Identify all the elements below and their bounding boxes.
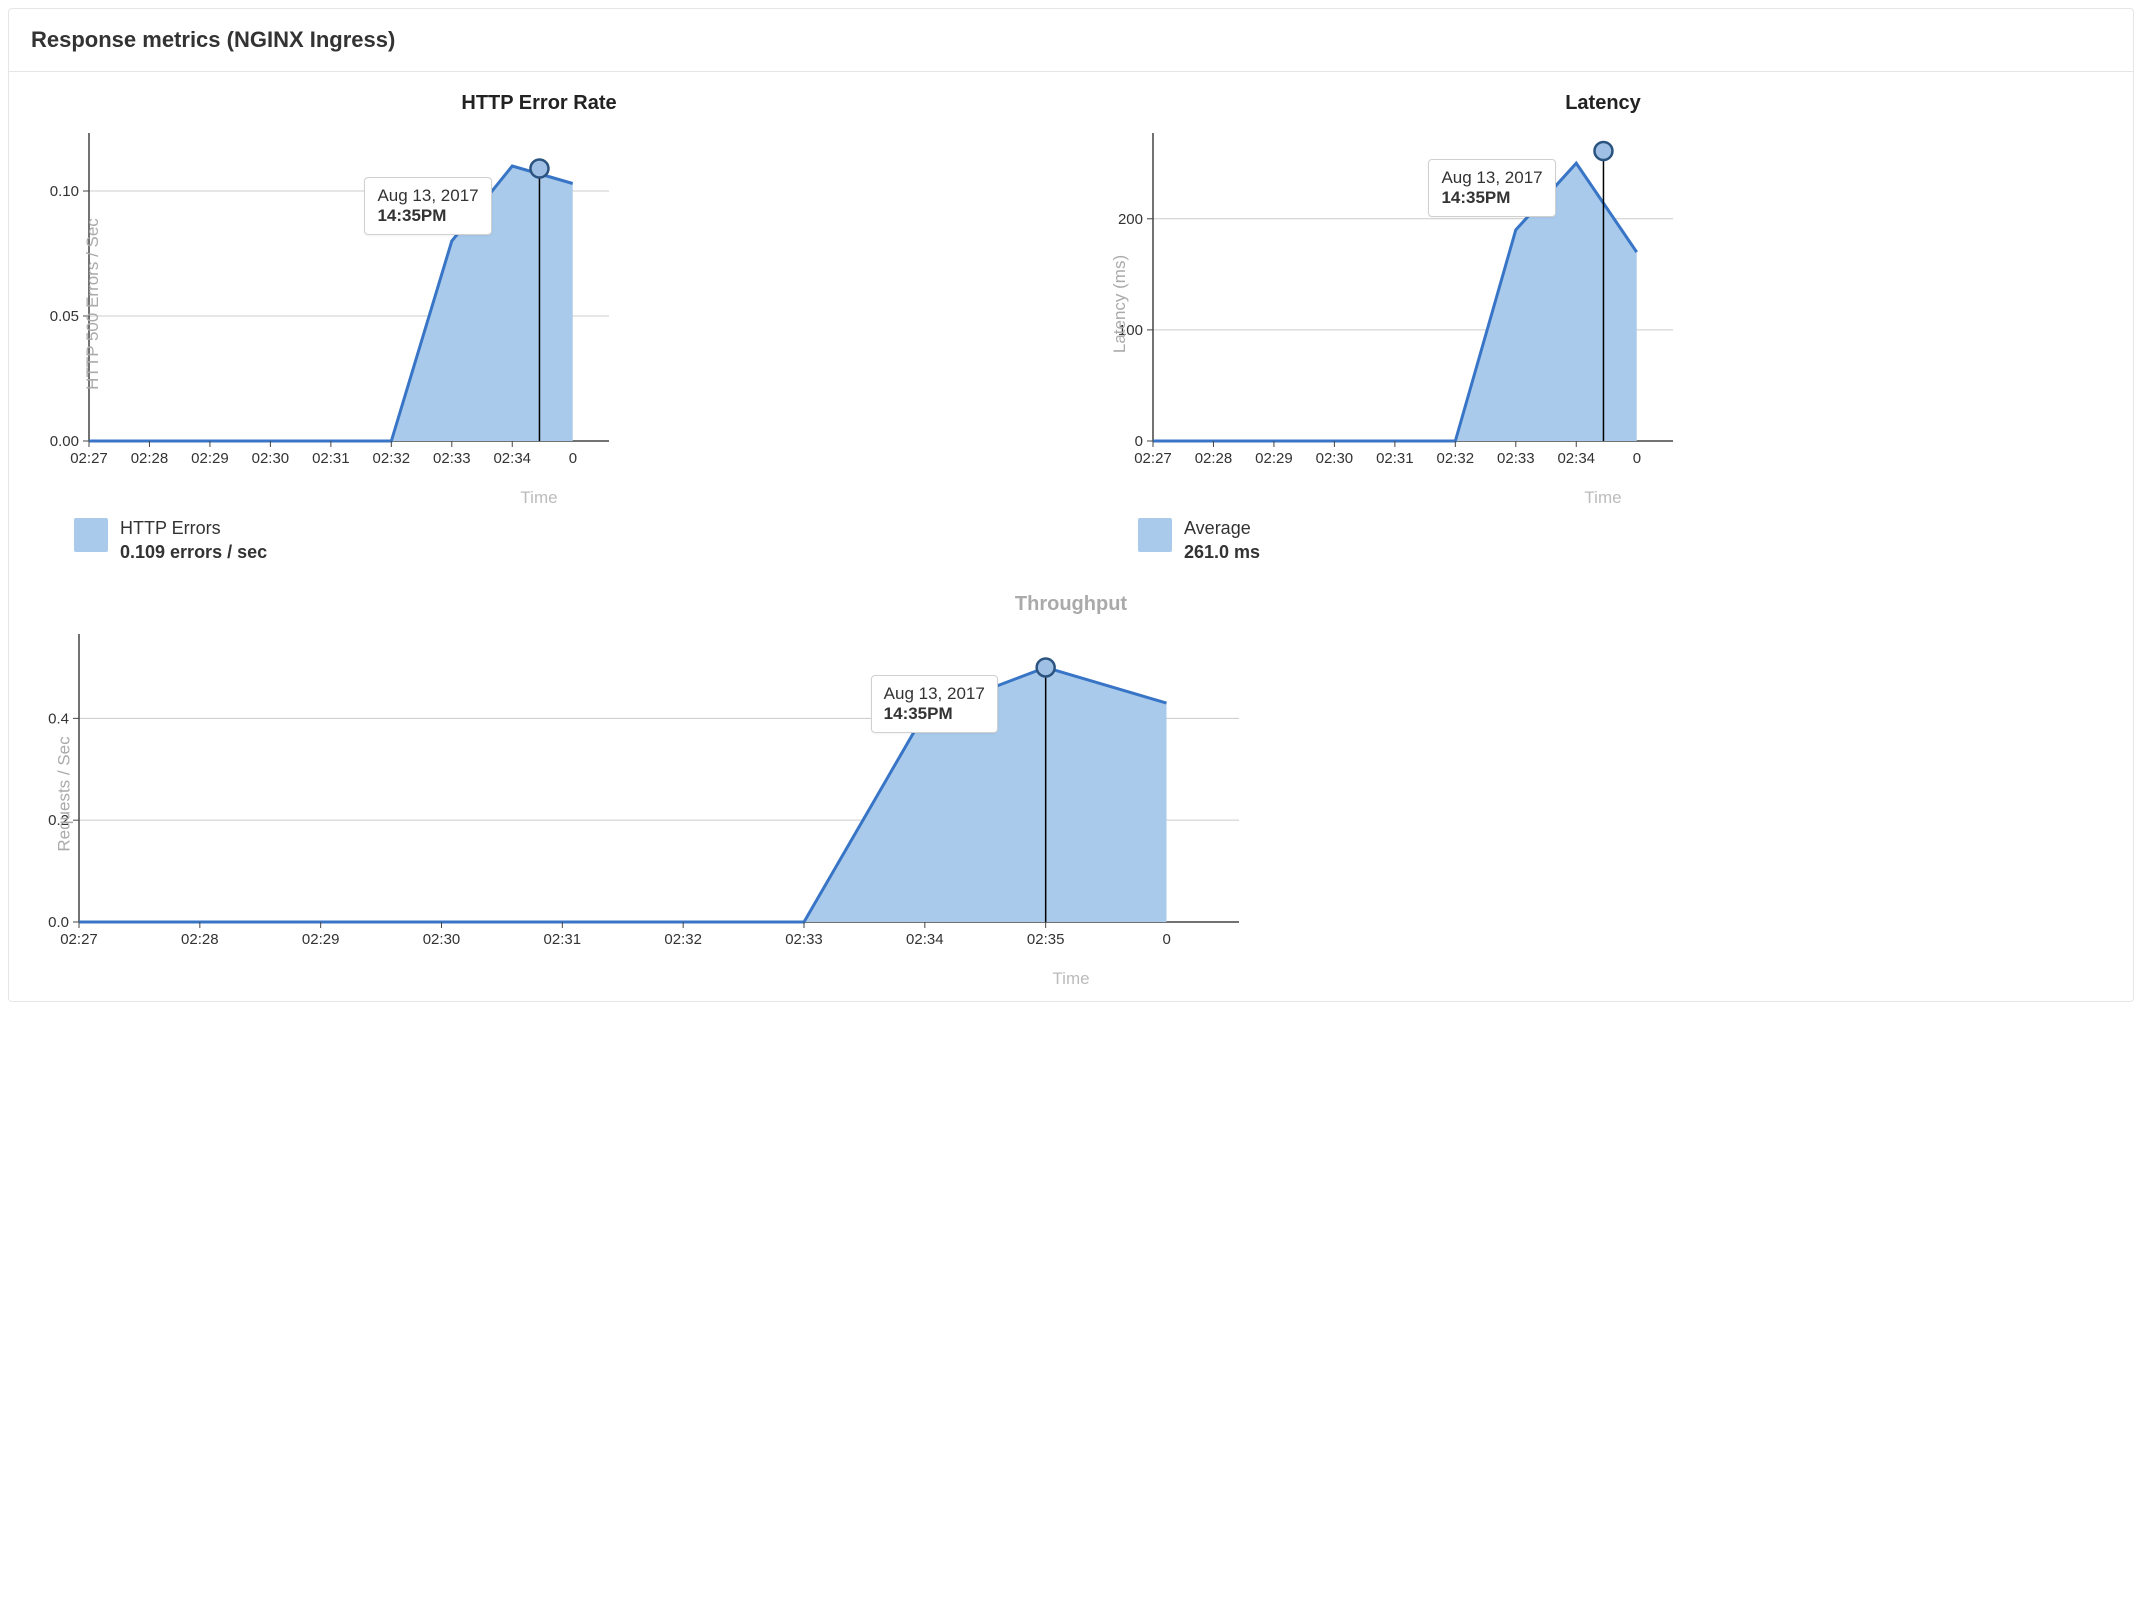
svg-text:02:30: 02:30 <box>252 450 290 467</box>
legend-value: 0.109 errors / sec <box>120 540 267 564</box>
chart-title: HTTP Error Rate <box>19 84 1059 121</box>
svg-text:0.10: 0.10 <box>50 183 79 200</box>
svg-text:02:32: 02:32 <box>1437 450 1475 467</box>
x-axis-label: Time <box>19 488 1059 508</box>
svg-text:02:29: 02:29 <box>302 931 340 948</box>
svg-text:02:33: 02:33 <box>433 450 471 467</box>
chart-tooltip: Aug 13, 2017 14:35PM <box>1428 159 1555 217</box>
y-axis-label: Requests / Sec <box>55 736 75 851</box>
svg-text:02:31: 02:31 <box>312 450 350 467</box>
svg-text:02:32: 02:32 <box>373 450 411 467</box>
svg-text:02:28: 02:28 <box>1195 450 1233 467</box>
chart-title: Latency <box>1083 84 2123 121</box>
tooltip-time: 14:35PM <box>884 704 985 724</box>
svg-text:02:35: 02:35 <box>1027 931 1065 948</box>
chart-plot-area[interactable]: HTTP 500 Errors / Sec 0.000.050.1002:270… <box>19 121 1059 486</box>
legend-swatch <box>1138 518 1172 552</box>
svg-text:02:28: 02:28 <box>131 450 169 467</box>
svg-text:0.4: 0.4 <box>48 710 69 727</box>
svg-text:02:30: 02:30 <box>423 931 461 948</box>
tooltip-time: 14:35PM <box>1441 188 1542 208</box>
chart-title: Throughput <box>19 585 2123 622</box>
legend-item-errors: HTTP Errors 0.109 errors / sec <box>74 516 267 565</box>
svg-text:0.00: 0.00 <box>50 433 79 450</box>
chart-latency: Latency Latency (ms) 010020002:2702:2802… <box>1083 84 2123 508</box>
svg-text:0: 0 <box>569 450 577 467</box>
svg-text:02:27: 02:27 <box>60 931 98 948</box>
y-axis-label: Latency (ms) <box>1110 254 1130 352</box>
tooltip-time: 14:35PM <box>377 206 478 226</box>
legend-label: HTTP Errors <box>120 516 267 540</box>
svg-text:02:34: 02:34 <box>493 450 531 467</box>
legend-row: HTTP Errors 0.109 errors / sec Average 2… <box>19 508 2123 585</box>
svg-text:0.05: 0.05 <box>50 308 79 325</box>
svg-text:0: 0 <box>1163 931 1171 948</box>
svg-text:02:29: 02:29 <box>191 450 229 467</box>
chart-svg: 0.00 0.05 0.10 02:27 02:28 02:29 02:30 02:31 02:… <box>19 121 619 481</box>
svg-text:0: 0 <box>1135 433 1143 450</box>
chart-svg: 010020002:2702:2802:2902:3002:3102:3202:… <box>1083 121 1683 481</box>
x-axis-label: Time <box>19 969 2123 989</box>
svg-text:02:32: 02:32 <box>664 931 702 948</box>
svg-text:02:34: 02:34 <box>906 931 944 948</box>
response-metrics-panel: Response metrics (NGINX Ingress) HTTP Er… <box>8 8 2134 1002</box>
chart-plot-area[interactable]: Latency (ms) 010020002:2702:2802:2902:30… <box>1083 121 2123 486</box>
top-row: HTTP Error Rate HTTP 500 Errors / Sec 0.… <box>19 84 2123 508</box>
chart-svg: 0.00.20.402:2702:2802:2902:3002:3102:320… <box>19 622 1249 962</box>
svg-text:02:30: 02:30 <box>1316 450 1354 467</box>
svg-text:0: 0 <box>1633 450 1641 467</box>
svg-text:02:27: 02:27 <box>1134 450 1172 467</box>
svg-text:02:31: 02:31 <box>544 931 582 948</box>
chart-tooltip: Aug 13, 2017 14:35PM <box>871 675 998 733</box>
panel-title: Response metrics (NGINX Ingress) <box>9 9 2133 72</box>
svg-text:02:28: 02:28 <box>181 931 219 948</box>
tooltip-date: Aug 13, 2017 <box>884 684 985 704</box>
tooltip-date: Aug 13, 2017 <box>1441 168 1542 188</box>
chart-throughput: Throughput Requests / Sec 0.00.20.402:27… <box>19 585 2123 989</box>
y-axis-label: HTTP 500 Errors / Sec <box>83 218 103 390</box>
svg-text:02:27: 02:27 <box>70 450 108 467</box>
svg-text:02:33: 02:33 <box>1497 450 1535 467</box>
chart-error-rate: HTTP Error Rate HTTP 500 Errors / Sec 0.… <box>19 84 1059 508</box>
x-axis-label: Time <box>1083 488 2123 508</box>
chart-plot-area[interactable]: Requests / Sec 0.00.20.402:2702:2802:290… <box>19 622 2123 967</box>
svg-text:02:31: 02:31 <box>1376 450 1414 467</box>
svg-text:02:29: 02:29 <box>1255 450 1293 467</box>
chart-tooltip: Aug 13, 2017 14:35PM <box>364 177 491 235</box>
svg-text:200: 200 <box>1118 211 1143 228</box>
tooltip-date: Aug 13, 2017 <box>377 186 478 206</box>
legend-label: Average <box>1184 516 1260 540</box>
legend-value: 261.0 ms <box>1184 540 1260 564</box>
panel-body: HTTP Error Rate HTTP 500 Errors / Sec 0.… <box>9 72 2133 1001</box>
svg-text:0.0: 0.0 <box>48 914 69 931</box>
legend-item-latency: Average 261.0 ms <box>1138 516 1260 565</box>
svg-text:02:33: 02:33 <box>785 931 823 948</box>
svg-text:02:34: 02:34 <box>1557 450 1595 467</box>
legend-swatch <box>74 518 108 552</box>
